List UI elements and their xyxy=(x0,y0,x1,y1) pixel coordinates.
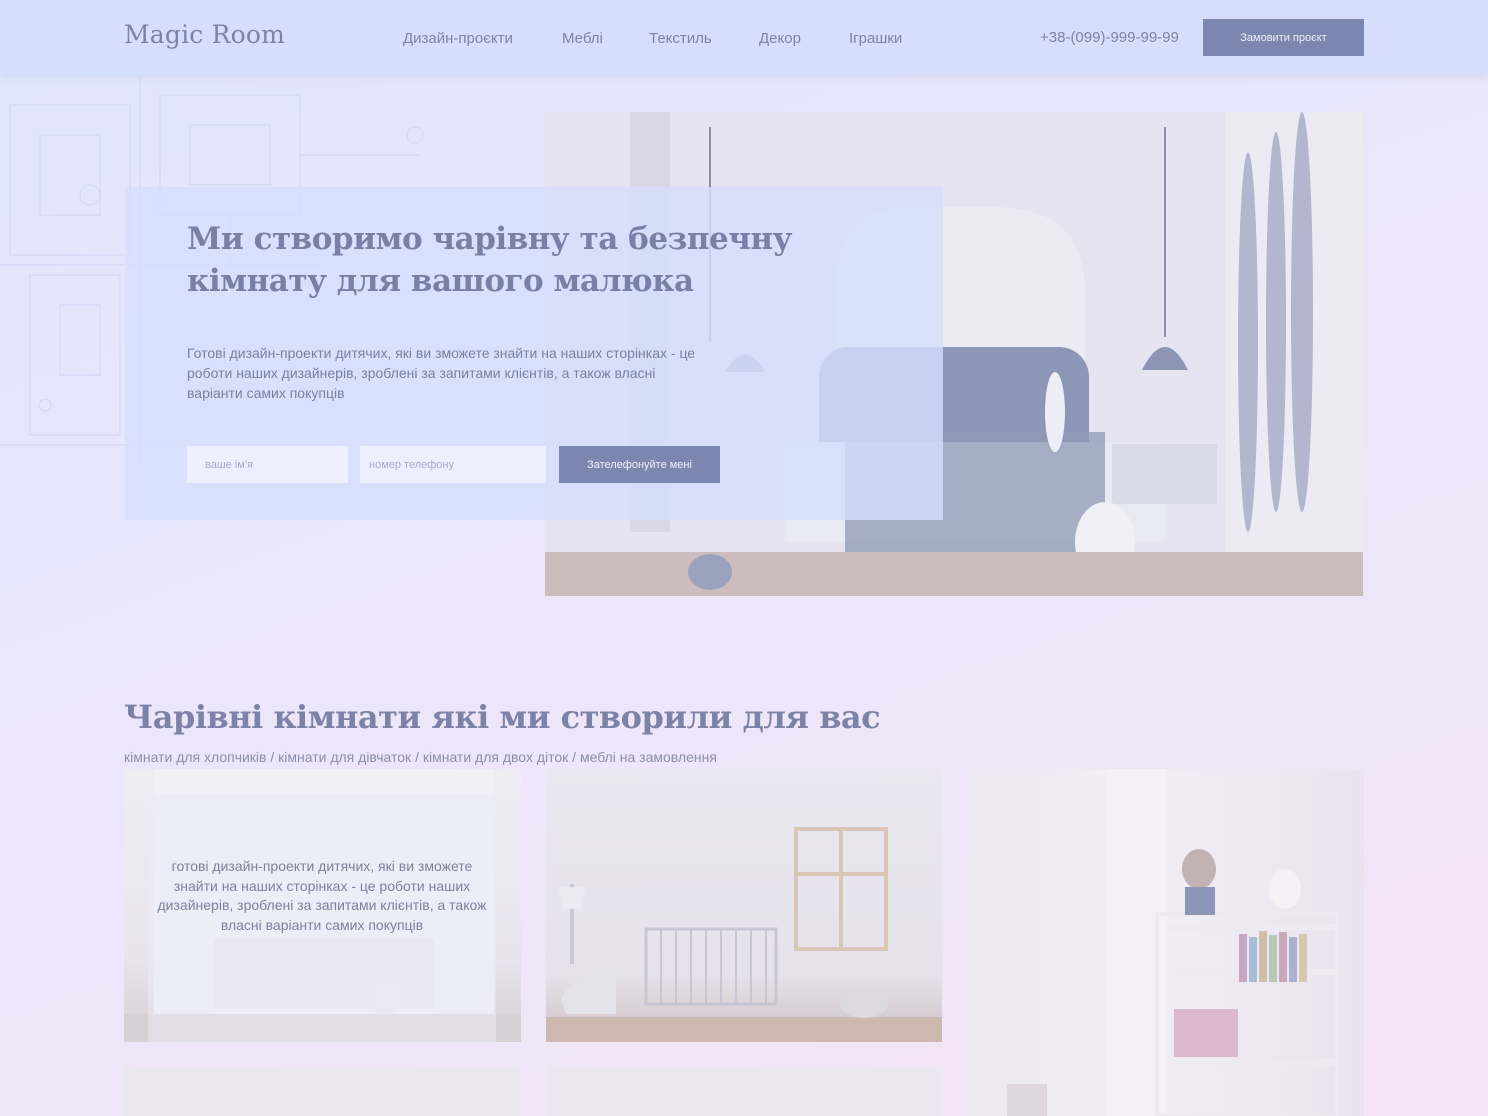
nav-item-decor[interactable]: Декор xyxy=(759,30,801,47)
filter-girls-rooms[interactable]: кімнати для дівчаток xyxy=(278,749,411,765)
name-input[interactable]: ваше ім'я xyxy=(187,446,348,483)
gallery-tile-bedroom[interactable]: готові дизайн-проекти дитячих, які ви зм… xyxy=(124,769,521,1042)
order-project-button[interactable]: Замовити проєкт xyxy=(1203,19,1364,56)
nav-item-furniture[interactable]: Меблі xyxy=(562,30,603,47)
filter-separator: / xyxy=(411,749,423,765)
gallery-filters: кімнати для хлопчиків / кімнати для дівч… xyxy=(124,749,717,765)
gallery-tile-4[interactable] xyxy=(124,1066,521,1116)
filter-boys-rooms[interactable]: кімнати для хлопчиків xyxy=(124,749,266,765)
tile-description: готові дизайн-проекти дитячих, які ви зм… xyxy=(157,858,487,933)
bookshelf-photo xyxy=(1007,769,1339,1116)
nav-item-design-projects[interactable]: Дизайн-проєкти xyxy=(403,30,513,47)
gallery-tile-5[interactable] xyxy=(546,1066,942,1116)
gallery-tile-bookshelf[interactable] xyxy=(967,769,1364,1116)
logo[interactable]: Magic Room xyxy=(124,20,285,49)
phone-input[interactable]: номер телефону xyxy=(360,446,546,483)
filter-two-kids-rooms[interactable]: кімнати для двох діток xyxy=(423,749,568,765)
site-header: Magic Room Дизайн-проєкти Меблі Текстиль… xyxy=(0,0,1488,75)
filter-custom-furniture[interactable]: меблі на замовлення xyxy=(580,749,717,765)
gallery-tile-nursery[interactable] xyxy=(546,769,942,1042)
call-me-button[interactable]: Зателефонуйте мені xyxy=(559,446,720,483)
gallery-title: Чарівні кімнати які ми створили для вас xyxy=(124,698,881,736)
filter-separator: / xyxy=(568,749,580,765)
nav-item-textile[interactable]: Текстиль xyxy=(649,30,712,47)
nav-item-toys[interactable]: Іграшки xyxy=(849,30,902,47)
filter-separator: / xyxy=(266,749,279,765)
phone-number[interactable]: +38-(099)-999-99-99 xyxy=(1040,29,1179,46)
nursery-photo xyxy=(546,827,942,1042)
hero-description: Готові дизайн-проекти дитячих, які ви зм… xyxy=(187,345,696,401)
hero-title: Ми створимо чарівну та безпечну кімнату … xyxy=(187,221,792,299)
